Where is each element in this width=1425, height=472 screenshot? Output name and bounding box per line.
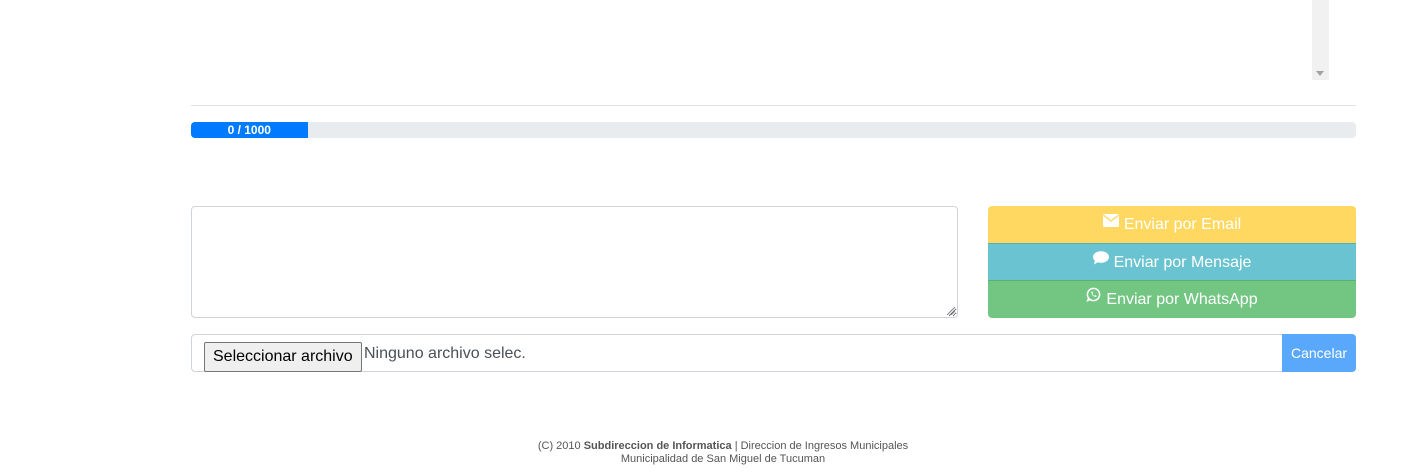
envelope-icon [1102, 204, 1119, 241]
progress-label: 0 / 1000 [227, 123, 271, 137]
footer-copyright: (C) 2010 [537, 440, 581, 452]
send-email-button[interactable]: Enviar por Email [988, 206, 1356, 243]
file-status-text: Ninguno archivo selec. [364, 345, 526, 362]
scrollable-content-area [191, 0, 1356, 82]
scroll-down-arrow-icon[interactable] [1316, 71, 1324, 76]
send-button-group: Enviar por Email Enviar por Mensaje Envi… [988, 206, 1356, 318]
send-progress: 0 / 1000 [191, 122, 1356, 138]
progress-bar-fill: 0 / 1000 [191, 122, 308, 138]
send-whatsapp-button[interactable]: Enviar por WhatsApp [988, 280, 1356, 318]
footer-dept: Direccion de Ingresos Municipales [740, 440, 909, 452]
vertical-scrollbar[interactable] [1312, 0, 1329, 80]
footer-org: Subdireccion de Informatica [583, 440, 732, 452]
section-divider [191, 105, 1356, 106]
file-input[interactable]: Seleccionar archivo Ninguno archivo sele… [191, 334, 1283, 372]
send-message-label: Enviar por Mensaje [1113, 254, 1252, 271]
send-email-label: Enviar por Email [1123, 216, 1242, 233]
choose-file-button[interactable]: Seleccionar archivo [204, 342, 362, 372]
whatsapp-icon [1086, 279, 1101, 316]
footer-line-1: (C) 2010 Subdireccion de Informatica | D… [0, 440, 1425, 453]
footer-municipality: Municipalidad de San Miguel de Tucuman [620, 453, 826, 465]
comment-icon [1092, 242, 1109, 279]
resize-grip-icon[interactable] [947, 307, 955, 315]
message-textarea[interactable] [191, 206, 958, 318]
send-whatsapp-label: Enviar por WhatsApp [1106, 291, 1258, 308]
file-upload-group: Seleccionar archivo Ninguno archivo sele… [191, 334, 1356, 372]
cancel-button[interactable]: Cancelar [1282, 334, 1356, 372]
footer: (C) 2010 Subdireccion de Informatica | D… [0, 440, 1425, 466]
send-message-button[interactable]: Enviar por Mensaje [988, 243, 1356, 280]
footer-separator: | [734, 440, 738, 452]
